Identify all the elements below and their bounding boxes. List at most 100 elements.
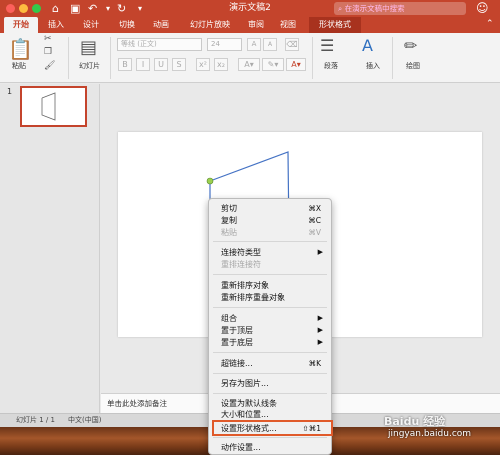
shrink-font-icon: A <box>267 41 273 48</box>
clear-format-button[interactable]: ⌫ <box>285 38 299 51</box>
font-size-select[interactable]: 24 <box>207 38 242 51</box>
tab-review[interactable]: 审阅 <box>242 17 270 33</box>
menu-bring-to-front[interactable]: 置于顶层 ▶ <box>209 325 331 336</box>
submenu-arrow-icon: ▶ <box>317 248 323 256</box>
menu-separator <box>213 352 327 353</box>
search-input[interactable]: ⌕ 在演示文稿中搜索 <box>334 2 466 15</box>
paragraph-label: 段落 <box>324 62 338 70</box>
tab-shape-format[interactable]: 形状格式 <box>309 17 361 33</box>
menu-cut-label: 剪切 <box>221 204 237 213</box>
submenu-arrow-icon: ▶ <box>317 326 323 334</box>
menu-default-line-label: 设置为默认线条 <box>221 399 277 408</box>
menu-separator <box>213 373 327 374</box>
watermark-logo: Baidu 经验 <box>384 415 446 428</box>
menu-reorder-overlap-label: 重新排序重叠对象 <box>221 293 285 302</box>
slide-thumbnail[interactable] <box>20 86 87 127</box>
menu-size-and-position[interactable]: 大小和位置... <box>209 409 331 420</box>
font-name-select[interactable]: 等线 (正文) <box>117 38 202 51</box>
ribbon-divider <box>68 37 69 79</box>
menu-copy[interactable]: 复制 ⌘C <box>209 215 331 226</box>
tab-design[interactable]: 设计 <box>76 17 106 33</box>
context-menu: 剪切 ⌘X 复制 ⌘C 粘贴 ⌘V 连接符类型 ▶ 重排连接符 重新排序对象 重新排序重… <box>208 198 332 455</box>
bold-icon: B <box>122 60 128 69</box>
menu-hyperlink-shortcut: ⌘K <box>308 359 321 368</box>
menu-separator <box>213 241 327 242</box>
menu-cut[interactable]: 剪切 ⌘X <box>209 203 331 214</box>
menu-connector-type[interactable]: 连接符类型 ▶ <box>209 247 331 258</box>
cut-icon[interactable]: ✂ <box>44 34 52 44</box>
tab-animations[interactable]: 动画 <box>146 17 176 33</box>
slide-number: 1 <box>7 87 13 96</box>
search-icon: ⌕ <box>338 4 345 13</box>
tab-insert[interactable]: 插入 <box>42 17 70 33</box>
menu-save-as-picture[interactable]: 另存为图片... <box>209 378 331 389</box>
draw-icon[interactable]: ✏ <box>404 36 417 55</box>
menu-copy-shortcut: ⌘C <box>308 216 321 225</box>
watermark-url: jingyan.baidu.com <box>388 429 472 439</box>
menu-separator <box>213 307 327 308</box>
thumbnail-shape-preview <box>41 92 56 121</box>
highlight-button[interactable]: ✎▾ <box>262 58 284 71</box>
subscript-button[interactable]: x₂ <box>214 58 228 71</box>
ribbon-tabs: 开始 插入 设计 切换 动画 幻灯片放映 审阅 视图 形状格式 ⌃ <box>0 17 500 33</box>
text-effects-button[interactable]: A▾ <box>238 58 260 71</box>
shrink-font-button[interactable]: A <box>263 38 277 51</box>
paste-label: 粘贴 <box>12 62 26 70</box>
text-effects-icon: A▾ <box>244 60 254 69</box>
slide-count: 幻灯片 1 / 1 <box>16 416 55 424</box>
highlight-box <box>212 420 333 436</box>
menu-connector-type-label: 连接符类型 <box>221 248 261 257</box>
italic-icon: I <box>141 60 145 69</box>
menu-reorder-overlapping[interactable]: 重新排序重叠对象 <box>209 292 331 303</box>
format-painter-icon[interactable]: 🖌 <box>44 61 55 71</box>
menu-cut-shortcut: ⌘X <box>308 204 321 213</box>
slide-thumbnail-panel: 1 <box>0 84 100 414</box>
menu-hyperlink-label: 超链接... <box>221 359 253 368</box>
copy-icon[interactable]: ❐ <box>44 47 52 57</box>
menu-separator <box>213 393 327 394</box>
tab-view[interactable]: 视图 <box>274 17 302 33</box>
menu-hyperlink[interactable]: 超链接... ⌘K <box>209 358 331 369</box>
superscript-button[interactable]: x² <box>196 58 210 71</box>
tab-home[interactable]: 开始 <box>4 17 38 33</box>
collapse-ribbon-icon[interactable]: ⌃ <box>486 19 494 29</box>
menu-group[interactable]: 组合 ▶ <box>209 313 331 324</box>
menu-set-default-line[interactable]: 设置为默认线条 <box>209 398 331 409</box>
menu-copy-label: 复制 <box>221 216 237 225</box>
language-indicator[interactable]: 中文(中国) <box>68 414 101 427</box>
insert-label: 插入 <box>366 62 380 70</box>
tab-transitions[interactable]: 切换 <box>112 17 142 33</box>
tab-slideshow[interactable]: 幻灯片放映 <box>182 17 238 33</box>
strikethrough-button[interactable]: S <box>172 58 186 71</box>
bold-button[interactable]: B <box>118 58 132 71</box>
paste-icon[interactable]: 📋 <box>8 37 33 61</box>
insert-textbox-icon[interactable]: A <box>362 36 373 55</box>
menu-reorder-objects[interactable]: 重新排序对象 <box>209 280 331 291</box>
menu-action-settings-label: 动作设置... <box>221 443 261 452</box>
subscript-icon: x₂ <box>217 60 225 69</box>
menu-group-label: 组合 <box>221 314 237 323</box>
italic-button[interactable]: I <box>136 58 150 71</box>
ribbon-divider <box>392 37 393 79</box>
menu-paste-label: 粘贴 <box>221 228 237 237</box>
ribbon: 📋 粘贴 ✂ ❐ 🖌 ▤ 幻灯片 等线 (正文) 24 A A ⌫ B I U … <box>0 33 500 83</box>
ribbon-divider <box>110 37 111 79</box>
strikethrough-icon: S <box>176 60 182 69</box>
font-color-button[interactable]: A▾ <box>286 58 306 71</box>
menu-send-to-back[interactable]: 置于底层 ▶ <box>209 337 331 348</box>
highlight-icon: ✎▾ <box>267 60 279 69</box>
menu-reorder-label: 重新排序对象 <box>221 281 269 290</box>
feedback-smiley-icon[interactable]: ☺ <box>476 0 489 17</box>
grow-font-button[interactable]: A <box>247 38 261 51</box>
menu-save-picture-label: 另存为图片... <box>221 379 269 388</box>
menu-separator <box>213 437 327 438</box>
menu-paste-shortcut: ⌘V <box>308 228 321 237</box>
menu-separator <box>213 274 327 275</box>
menu-action-settings[interactable]: 动作设置... <box>209 442 331 453</box>
paragraph-icon[interactable]: ☰ <box>320 36 334 55</box>
title-bar: ⌂ ▣ ↶ ▾ ↻ ▾ 演示文稿2 ⌕ 在演示文稿中搜索 ☺ <box>0 0 500 17</box>
underline-button[interactable]: U <box>154 58 168 71</box>
new-slide-icon[interactable]: ▤ <box>80 37 97 58</box>
submenu-arrow-icon: ▶ <box>317 338 323 346</box>
submenu-arrow-icon: ▶ <box>317 314 323 322</box>
